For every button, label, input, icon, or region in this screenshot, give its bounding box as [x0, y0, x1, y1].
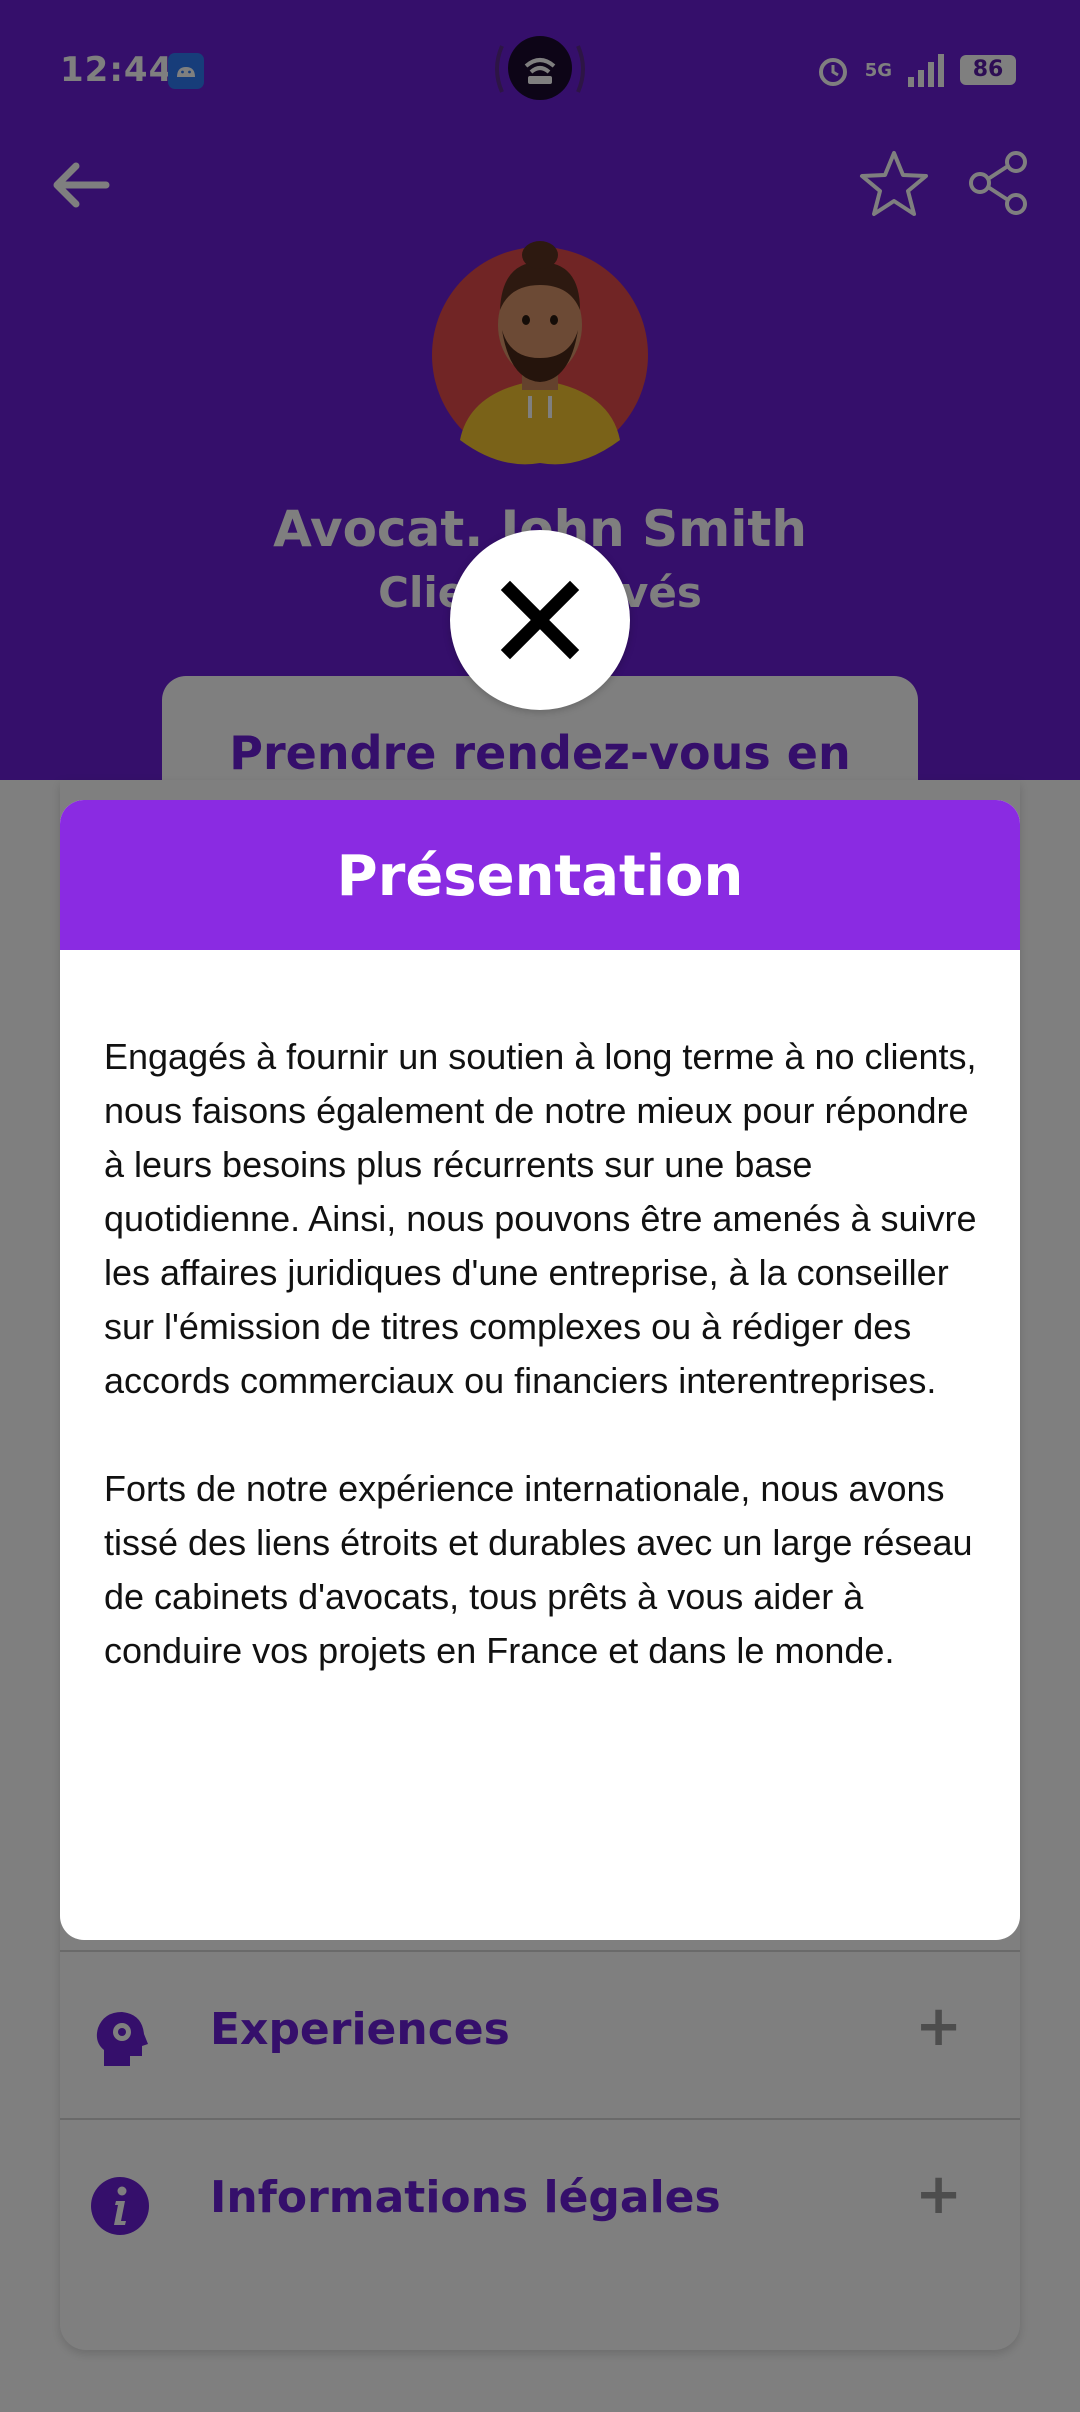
close-dialog-button[interactable]: [450, 530, 630, 710]
presentation-paragraph: Forts de notre expérience internationale…: [104, 1468, 973, 1671]
presentation-dialog: Présentation Engagés à fournir un soutie…: [60, 800, 1020, 1940]
close-icon: [500, 580, 580, 660]
dialog-header: Présentation: [60, 800, 1020, 950]
dialog-title: Présentation: [336, 844, 744, 909]
dialog-body: Engagés à fournir un soutien à long term…: [104, 1030, 994, 1732]
presentation-paragraph: Engagés à fournir un soutien à long term…: [104, 1036, 977, 1401]
